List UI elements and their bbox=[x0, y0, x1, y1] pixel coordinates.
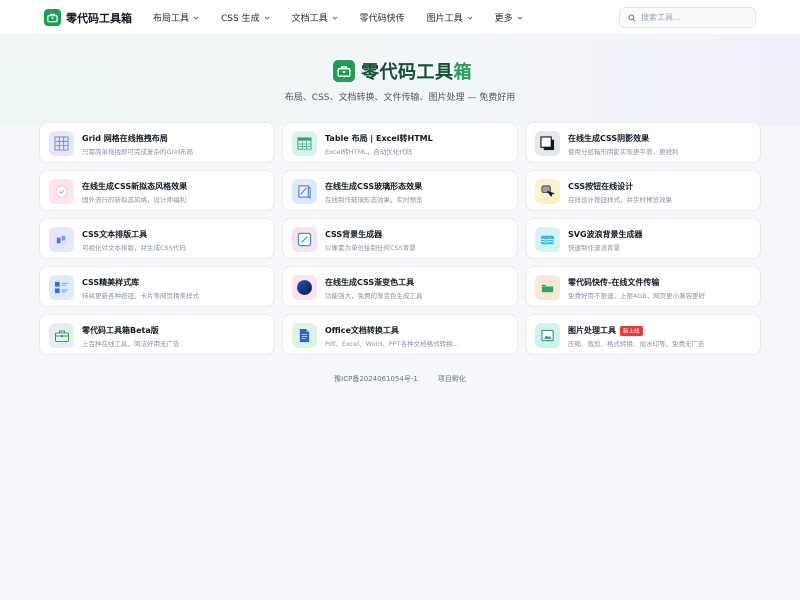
tool-card-title: Office文档转换工具 bbox=[325, 326, 399, 335]
chevron-down-icon bbox=[517, 16, 523, 20]
footer: 豫ICP备2024061054号-1 项目孵化 bbox=[0, 374, 800, 384]
main-nav: 布局工具 CSS 生成 文档工具 零代码快传 图片工具 更多 bbox=[153, 0, 545, 35]
tool-card-title: Table 布局 | Excel转HTML bbox=[325, 134, 433, 143]
tool-card-title: 零代码快传-在线文件传输 bbox=[568, 278, 660, 287]
tool-card-title: 在线生成CSS新拟态风格效果 bbox=[82, 182, 188, 191]
tool-card-title-text: 图片处理工具 bbox=[568, 326, 616, 335]
tool-card-title: 在线生成CSS玻璃形态效果 bbox=[325, 182, 423, 191]
tool-card-title: CSS按钮在线设计 bbox=[568, 182, 634, 191]
tool-card-css-background[interactable]: CSS背景生成器 以像素为单位绘制任何CSS背景 bbox=[282, 218, 518, 259]
nav-item-label: 布局工具 bbox=[153, 14, 190, 24]
brand-name: 零代码工具箱 bbox=[66, 11, 132, 25]
document-icon bbox=[292, 323, 317, 348]
nav-item-label: 更多 bbox=[494, 14, 513, 24]
image-icon bbox=[535, 323, 560, 348]
tool-card-css-shadow[interactable]: 在线生成CSS阴影效果 使用分层箱形阴影实现更平滑、更锐利 bbox=[525, 122, 761, 163]
tool-card-glassmorphism[interactable]: 在线生成CSS玻璃形态效果 在线制作玻璃形态效果，实时预览 bbox=[282, 170, 518, 211]
tool-card-desc: 功能强大，免费的渐变色生成工具 bbox=[325, 292, 423, 300]
glass-icon bbox=[292, 179, 317, 204]
toolbox-logo-icon bbox=[44, 9, 61, 26]
grid-icon bbox=[49, 131, 74, 156]
tool-card-table-layout[interactable]: Table 布局 | Excel转HTML Excel转HTML，自动优化代码 bbox=[282, 122, 518, 163]
incubation-link[interactable]: 项目孵化 bbox=[438, 374, 466, 384]
tool-card-image-tools[interactable]: 图片处理工具 新上线 压缩、裁剪、格式转换、加水印等，免费无广告 bbox=[525, 314, 761, 355]
hero-title-main: 零代码工具 bbox=[361, 62, 454, 83]
nav-item-label: CSS 生成 bbox=[221, 14, 260, 24]
tool-card-neumorphism[interactable]: 在线生成CSS新拟态风格效果 国外流行的新拟态风格，设计师福利 bbox=[39, 170, 275, 211]
tool-card-desc: 使用分层箱形阴影实现更平滑、更锐利 bbox=[568, 148, 679, 156]
tool-card-desc: 在线制作玻璃形态效果，实时预览 bbox=[325, 196, 423, 204]
tool-card-svg-wave[interactable]: SVG波浪背景生成器 快速制作波浪背景 bbox=[525, 218, 761, 259]
table-icon bbox=[292, 131, 317, 156]
nav-item-layout-tools[interactable]: 布局工具 bbox=[153, 11, 199, 24]
nav-item-file-transfer[interactable]: 零代码快传 bbox=[360, 11, 405, 24]
tool-card-desc: 只需简单拖拽即可完成复杂的Grid布局 bbox=[82, 148, 194, 156]
tool-card-desc: Pdf、Excel、Word、PPT各种文档格式转换... bbox=[325, 340, 459, 348]
brand[interactable]: 零代码工具箱 bbox=[44, 9, 132, 26]
text-layout-icon bbox=[49, 227, 74, 252]
hero-title: 零代码工具箱 bbox=[361, 58, 472, 84]
tool-card-title: 图片处理工具 新上线 bbox=[568, 325, 643, 336]
toolbox-logo-icon bbox=[333, 60, 355, 82]
new-badge: 新上线 bbox=[620, 325, 643, 336]
tool-card-title: Grid 网格在线拖拽布局 bbox=[82, 134, 168, 143]
tool-card-desc: 快速制作波浪背景 bbox=[568, 244, 620, 252]
tool-card-title: CSS文本排版工具 bbox=[82, 230, 148, 239]
tool-card-style-library[interactable]: CSS精美样式库 持续更新各种按钮、卡片等网页精美样式 bbox=[39, 266, 275, 307]
tool-card-desc: 在线设计按钮样式，并实时预览效果 bbox=[568, 196, 672, 204]
search-icon bbox=[628, 13, 636, 22]
tool-card-desc: 国外流行的新拟态风格，设计师福利 bbox=[82, 196, 186, 204]
style-library-icon bbox=[49, 275, 74, 300]
top-navbar: 零代码工具箱 布局工具 CSS 生成 文档工具 零代码快传 图片工具 更多 bbox=[0, 0, 800, 35]
tool-card-text-layout[interactable]: CSS文本排版工具 可视化对文本排版，并生成CSS代码 bbox=[39, 218, 275, 259]
button-icon bbox=[535, 179, 560, 204]
nav-item-label: 零代码快传 bbox=[359, 14, 405, 24]
nav-item-label: 文档工具 bbox=[291, 14, 328, 24]
file-transfer-icon bbox=[535, 275, 560, 300]
tool-card-grid-layout[interactable]: Grid 网格在线拖拽布局 只需简单拖拽即可完成复杂的Grid布局 bbox=[39, 122, 275, 163]
tool-card-desc: Excel转HTML，自动优化代码 bbox=[325, 148, 413, 156]
search-input[interactable] bbox=[641, 13, 741, 22]
hero-title-row: 零代码工具箱 bbox=[333, 58, 472, 84]
tool-card-title: 在线生成CSS渐变色工具 bbox=[325, 278, 415, 287]
tool-card-title: SVG波浪背景生成器 bbox=[568, 230, 643, 239]
nav-item-image-tools[interactable]: 图片工具 bbox=[427, 11, 473, 24]
nav-item-label: 图片工具 bbox=[426, 14, 463, 24]
tool-card-file-transfer[interactable]: 零代码快传-在线文件传输 免费好用不限速，上限4GB，网页更小兼容更好 bbox=[525, 266, 761, 307]
chevron-down-icon bbox=[467, 16, 472, 20]
background-icon bbox=[292, 227, 317, 252]
hero-subtitle: 布局、CSS、文档转换、文件传输、图片处理 — 免费好用 bbox=[284, 93, 516, 103]
nav-item-document-tools[interactable]: 文档工具 bbox=[292, 11, 338, 24]
toolbox-icon bbox=[49, 323, 74, 348]
tool-card-office-convert[interactable]: Office文档转换工具 Pdf、Excel、Word、PPT各种文档格式转换.… bbox=[282, 314, 518, 355]
tool-card-gradient[interactable]: 在线生成CSS渐变色工具 功能强大，免费的渐变色生成工具 bbox=[282, 266, 518, 307]
tool-card-title: CSS背景生成器 bbox=[325, 230, 383, 239]
tool-card-toolbox-beta[interactable]: 零代码工具箱Beta版 上百种在线工具，简洁好用无广告 bbox=[39, 314, 275, 355]
neumorphism-icon bbox=[49, 179, 74, 204]
tool-card-desc: 可视化对文本排版，并生成CSS代码 bbox=[82, 244, 186, 252]
tool-card-title: 零代码工具箱Beta版 bbox=[82, 326, 159, 335]
nav-item-css-generate[interactable]: CSS 生成 bbox=[221, 11, 270, 24]
tool-card-desc: 持续更新各种按钮、卡片等网页精美样式 bbox=[82, 292, 199, 300]
tool-card-desc: 免费好用不限速，上限4GB，网页更小兼容更好 bbox=[568, 292, 706, 300]
chevron-down-icon bbox=[264, 16, 269, 20]
chevron-down-icon bbox=[332, 16, 337, 20]
tool-card-title: 在线生成CSS阴影效果 bbox=[568, 134, 650, 143]
gradient-icon bbox=[292, 275, 317, 300]
chevron-down-icon bbox=[193, 16, 199, 20]
nav-item-more[interactable]: 更多 bbox=[495, 11, 523, 24]
hero-title-accent: 箱 bbox=[453, 62, 472, 83]
search-box[interactable] bbox=[619, 7, 756, 28]
tool-card-desc: 压缩、裁剪、格式转换、加水印等，免费无广告 bbox=[568, 340, 705, 348]
tool-card-desc: 以像素为单位绘制任何CSS背景 bbox=[325, 244, 416, 252]
tool-card-title: CSS精美样式库 bbox=[82, 278, 140, 287]
wave-icon bbox=[535, 227, 560, 252]
tool-card-css-button[interactable]: CSS按钮在线设计 在线设计按钮样式，并实时预览效果 bbox=[525, 170, 761, 211]
shadow-icon bbox=[535, 131, 560, 156]
tool-card-desc: 上百种在线工具，简洁好用无广告 bbox=[82, 340, 180, 348]
icp-link[interactable]: 豫ICP备2024061054号-1 bbox=[334, 374, 418, 384]
